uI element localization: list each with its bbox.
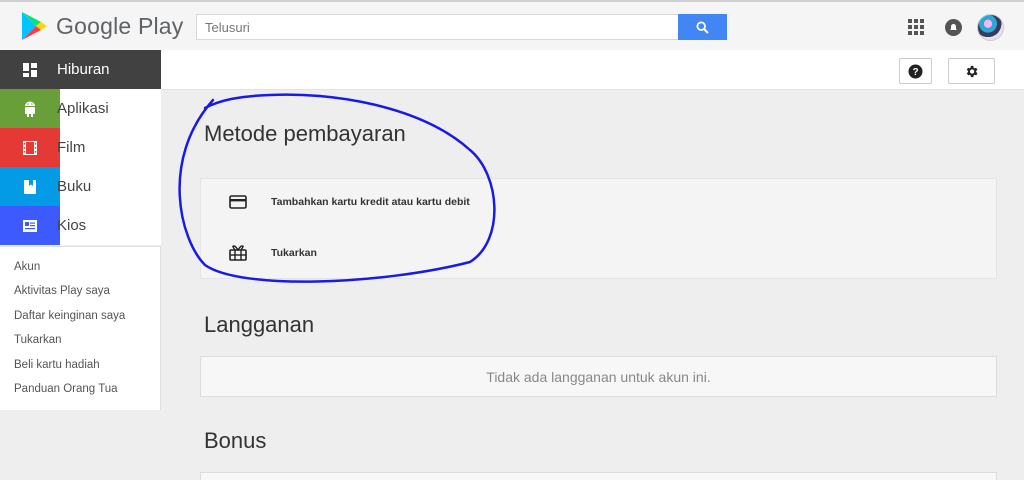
notification-bell-icon[interactable] bbox=[945, 19, 962, 36]
add-card-option[interactable]: Tambahkan kartu kredit atau kartu debit bbox=[229, 195, 470, 209]
newsstand-icon bbox=[0, 206, 60, 245]
sidebar-link-wishlist[interactable]: Daftar keinginan saya bbox=[0, 306, 160, 330]
apps-grid-icon[interactable] bbox=[908, 19, 924, 35]
sidebar-link-redeem[interactable]: Tukarkan bbox=[0, 330, 160, 354]
google-play-logo[interactable]: Google Play bbox=[20, 11, 184, 41]
subscriptions-card: Tidak ada langganan untuk akun ini. bbox=[200, 356, 997, 397]
logo-text: Google Play bbox=[56, 12, 184, 39]
book-icon bbox=[0, 167, 60, 206]
film-icon bbox=[0, 128, 60, 167]
gear-icon bbox=[966, 65, 978, 77]
sidebar-item-hiburan[interactable]: Hiburan bbox=[0, 50, 161, 89]
sidebar-item-label: Film bbox=[57, 139, 86, 156]
payment-methods-title: Metode pembayaran bbox=[204, 121, 406, 146]
help-button[interactable]: ? bbox=[899, 58, 932, 84]
play-logo-icon bbox=[22, 12, 47, 40]
android-icon bbox=[0, 89, 60, 128]
redeem-option[interactable]: Tukarkan bbox=[229, 245, 317, 261]
bonus-title: Bonus bbox=[204, 428, 267, 453]
sidebar-link-akun[interactable]: Akun bbox=[0, 257, 160, 281]
add-card-label: Tambahkan kartu kredit atau kartu debit bbox=[271, 196, 470, 208]
subscriptions-empty-text: Tidak ada langganan untuk akun ini. bbox=[486, 368, 711, 385]
sidebar-item-label: Hiburan bbox=[57, 61, 110, 78]
sidebar-link-parent-guide[interactable]: Panduan Orang Tua bbox=[0, 379, 160, 403]
sidebar-nav: Hiburan Aplikasi Film Buku Kios bbox=[0, 50, 161, 245]
settings-button[interactable] bbox=[948, 58, 995, 84]
sidebar-item-aplikasi[interactable]: Aplikasi bbox=[0, 89, 161, 128]
entertainment-grid-icon bbox=[0, 50, 60, 89]
sidebar-link-activity[interactable]: Aktivitas Play saya bbox=[0, 281, 160, 305]
sidebar-item-label: Buku bbox=[57, 178, 92, 195]
sidebar-item-kios[interactable]: Kios bbox=[0, 206, 161, 245]
sidebar-links: Akun Aktivitas Play saya Daftar keingina… bbox=[0, 246, 161, 410]
gift-card-icon bbox=[229, 245, 247, 261]
svg-text:?: ? bbox=[912, 67, 918, 78]
help-icon: ? bbox=[908, 64, 923, 78]
redeem-label: Tukarkan bbox=[271, 247, 317, 259]
credit-card-icon bbox=[229, 195, 247, 209]
sidebar-item-buku[interactable]: Buku bbox=[0, 167, 161, 206]
user-avatar[interactable] bbox=[977, 14, 1004, 41]
search-input[interactable] bbox=[197, 15, 678, 39]
sidebar-item-label: Kios bbox=[57, 217, 87, 234]
sidebar-item-label: Aplikasi bbox=[57, 100, 109, 117]
search-box bbox=[196, 14, 678, 40]
search-icon bbox=[696, 20, 709, 34]
bonus-card bbox=[200, 472, 997, 480]
sub-toolbar bbox=[160, 50, 1024, 90]
sidebar-item-film[interactable]: Film bbox=[0, 128, 161, 167]
top-header: Google Play bbox=[0, 0, 1024, 50]
sidebar-link-gift-card[interactable]: Beli kartu hadiah bbox=[0, 355, 160, 379]
search-button[interactable] bbox=[678, 14, 727, 40]
subscriptions-title: Langganan bbox=[204, 312, 315, 337]
payment-methods-card: Tambahkan kartu kredit atau kartu debit … bbox=[200, 178, 997, 279]
